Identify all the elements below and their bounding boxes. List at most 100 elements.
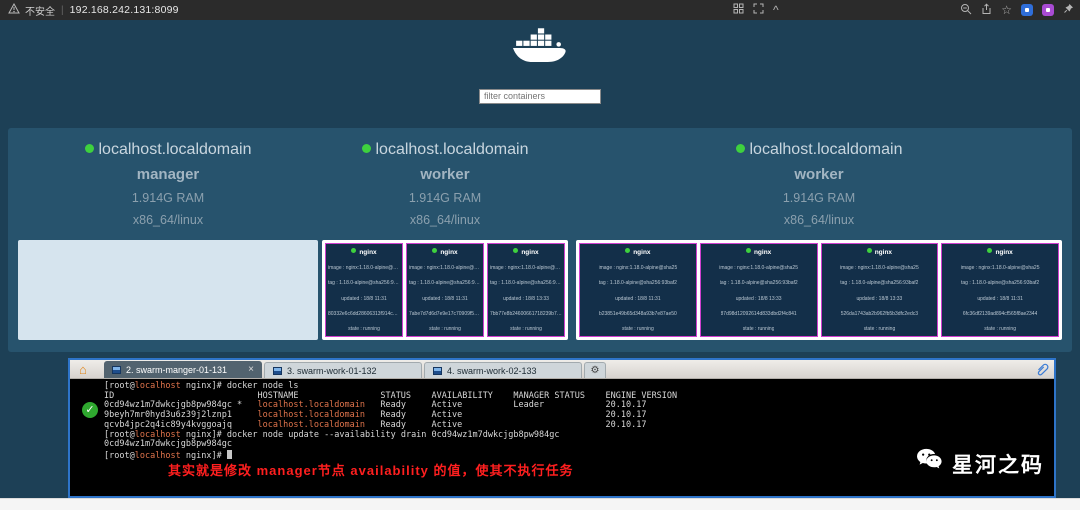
container-state: state : running: [510, 325, 542, 332]
security-label[interactable]: 不安全: [25, 3, 55, 18]
container-updated: updated : 18/8 13:33: [856, 295, 903, 302]
container-status-dot-icon: [351, 248, 357, 253]
terminal-cursor: [226, 449, 232, 459]
node-column-manager: localhost.localdomain manager 1.914G RAM…: [18, 141, 318, 340]
container-image: image : nginx:1.18.0-alpine@sha25: [409, 265, 481, 272]
container-card: nginx image : nginx:1.18.0-alpine@sha25 …: [406, 243, 484, 337]
container-title: nginx: [513, 248, 539, 256]
container-title: nginx: [745, 248, 771, 256]
container-card: nginx image : nginx:1.18.0-alpine@sha25 …: [579, 243, 697, 337]
terminal-tab-worker-1[interactable]: 3. swarm-work-01-132: [264, 362, 422, 378]
container-tag: tag : 1.18.0-alpine@sha256:93baf2: [328, 280, 400, 287]
container-card: nginx image : nginx:1.18.0-alpine@sha25 …: [941, 243, 1059, 337]
container-image: image : nginx:1.18.0-alpine@sha25: [328, 265, 400, 272]
container-card: nginx image : nginx:1.18.0-alpine@sha25 …: [699, 243, 818, 337]
container-id: b23851e49b65d348a93b7e87ae50: [598, 310, 677, 317]
warning-icon: [8, 2, 20, 17]
container-image: image : nginx:1.18.0-alpine@sha25: [490, 265, 562, 272]
close-icon[interactable]: ×: [248, 364, 254, 375]
container-image: image : nginx:1.18.0-alpine@sha25: [960, 265, 1040, 272]
container-updated: updated : 18/8 13:33: [503, 295, 549, 302]
terminal-output: [root@localhost nginx]# docker node ls ID…: [104, 381, 1050, 462]
terminal-line: [root@localhost nginx]#: [104, 449, 1050, 462]
docker-logo-icon: [0, 20, 1080, 68]
container-id: 6fc36df2139ad894cf565f8ae2344: [962, 310, 1038, 317]
fullscreen-icon[interactable]: [753, 3, 764, 17]
node-column-worker-2: localhost.localdomain worker 1.914G RAM …: [576, 141, 1062, 340]
bottom-strip: [0, 498, 1080, 510]
container-tag: tag : 1.18.0-alpine@sha256:93baf2: [598, 280, 677, 287]
tab-label: 4. swarm-work-02-133: [447, 365, 537, 376]
url-separator: |: [61, 4, 64, 16]
container-card: nginx image : nginx:1.18.0-alpine@sha25 …: [325, 243, 403, 337]
container-title: nginx: [625, 248, 651, 256]
tab-label: 2. swarm-manger-01-131: [126, 364, 228, 375]
container-tag: tag : 1.18.0-alpine@sha256:93baf2: [840, 280, 919, 287]
container-state: state : running: [742, 325, 775, 332]
container-id: 7abe7d7d6d7e9e17c70909f571aa4: [409, 310, 481, 317]
wechat-icon: [916, 448, 944, 479]
share-icon[interactable]: [981, 2, 992, 18]
container-image: image : nginx:1.18.0-alpine@sha25: [719, 265, 798, 272]
container-tag: tag : 1.18.0-alpine@sha256:93baf2: [961, 280, 1040, 287]
connected-check-icon: ✓: [82, 402, 98, 418]
address-bar[interactable]: 192.168.242.131:8099: [70, 4, 179, 16]
node-name: localhost.localdomain: [18, 141, 318, 159]
node-platform: x86_64/linux: [132, 213, 204, 227]
home-icon[interactable]: ⌂: [79, 362, 87, 377]
node-name: localhost.localdomain: [322, 141, 568, 159]
container-list-empty: [18, 240, 318, 340]
container-tag: tag : 1.18.0-alpine@sha256:93baf2: [409, 280, 481, 287]
node-status-dot-icon: [84, 144, 94, 153]
container-id: 80332e6c6dd28606313f914cbcb48: [328, 310, 400, 317]
bookmark-star-icon[interactable]: ☆: [1001, 4, 1012, 16]
node-ram: 1.914G RAM: [131, 191, 205, 205]
nodes-panel: localhost.localdomain manager 1.914G RAM…: [8, 128, 1072, 352]
watermark: 星河之码: [916, 448, 1044, 479]
node-column-worker-1: localhost.localdomain worker 1.914G RAM …: [322, 141, 568, 340]
container-status-dot-icon: [987, 248, 993, 253]
terminal-tab-manager[interactable]: 2. swarm-manger-01-131 ×: [104, 361, 262, 378]
node-role: worker: [794, 166, 844, 183]
container-list: nginx image : nginx:1.18.0-alpine@sha25 …: [576, 240, 1062, 340]
node-ram: 1.914G RAM: [782, 191, 856, 205]
zoom-icon[interactable]: [960, 3, 972, 18]
container-title: nginx: [987, 248, 1013, 256]
container-state: state : running: [622, 325, 654, 332]
container-state: state : running: [429, 325, 461, 332]
container-tag: tag : 1.18.0-alpine@sha256:93baf2: [490, 280, 562, 287]
node-platform: x86_64/linux: [783, 213, 855, 227]
container-status-dot-icon: [513, 248, 519, 253]
container-status-dot-icon: [432, 248, 438, 253]
pin-icon[interactable]: [1063, 3, 1074, 17]
watermark-text: 星河之码: [952, 453, 1044, 477]
terminal-line: [root@localhost nginx]# docker node upda…: [104, 429, 560, 440]
grid-icon[interactable]: [733, 3, 744, 17]
container-tag: tag : 1.18.0-alpine@sha256:93baf2: [719, 280, 798, 287]
container-id: 7bb77e8b24600661718239b73570: [490, 310, 562, 317]
filter-containers-input[interactable]: [479, 88, 601, 104]
container-list: nginx image : nginx:1.18.0-alpine@sha25 …: [322, 240, 568, 340]
terminal-line: 0cd94wz1m7dwkcjgb8pw984gc: [104, 439, 232, 450]
container-status-dot-icon: [866, 248, 872, 253]
collapse-chevron-icon[interactable]: ^: [773, 4, 779, 16]
container-title: nginx: [432, 248, 458, 256]
extension-blue-icon[interactable]: [1021, 4, 1033, 16]
container-updated: updated : 18/8 11:31: [341, 295, 387, 302]
session-icon: [112, 365, 121, 374]
node-status-dot-icon: [735, 144, 745, 153]
container-state: state : running: [863, 325, 896, 332]
terminal-tab-worker-2[interactable]: 4. swarm-work-02-133: [424, 362, 582, 378]
container-card: nginx image : nginx:1.18.0-alpine@sha25 …: [487, 243, 565, 337]
container-title: nginx: [351, 248, 377, 256]
container-title: nginx: [866, 248, 892, 256]
extension-purple-icon[interactable]: [1042, 4, 1054, 16]
terminal-body[interactable]: [root@localhost nginx]# docker node ls ID…: [70, 379, 1054, 496]
node-role: manager: [136, 166, 200, 183]
container-updated: updated : 18/8 11:31: [615, 295, 661, 302]
node-platform: x86_64/linux: [409, 213, 481, 227]
gear-icon[interactable]: ⚙: [584, 362, 606, 378]
tab-label: 3. swarm-work-01-132: [287, 365, 377, 376]
container-updated: updated : 18/8 11:31: [977, 295, 1023, 302]
container-card: nginx image : nginx:1.18.0-alpine@sha25 …: [820, 243, 939, 337]
